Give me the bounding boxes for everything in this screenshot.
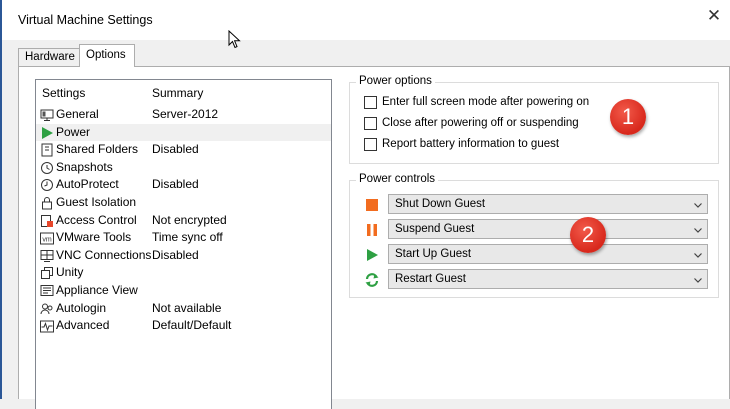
settings-item-snapshots[interactable]: Snapshots [36, 159, 331, 177]
settings-item-summary: Disabled [152, 247, 199, 262]
unity-icon [40, 266, 54, 280]
checkbox-box[interactable] [364, 96, 377, 109]
close-button[interactable]: ✕ [704, 6, 724, 26]
column-header-settings[interactable]: Settings [42, 86, 85, 100]
checkbox-box[interactable] [364, 138, 377, 151]
settings-item-summary: Not encrypted [152, 212, 227, 227]
chevron-down-icon [693, 249, 703, 263]
settings-item-vmware-tools[interactable]: vm VMware Tools Time sync off [36, 229, 331, 247]
settings-item-label: Snapshots [56, 159, 113, 174]
settings-item-guest-isolation[interactable]: Guest Isolation [36, 194, 331, 212]
settings-item-summary: Time sync off [152, 230, 223, 245]
shut-down-select[interactable]: Shut Down Guest [388, 194, 708, 214]
window: Virtual Machine Settings ✕ Hardware Opti… [0, 0, 730, 409]
power-controls-group: Power controls Shut Down Guest Suspend G… [349, 173, 719, 298]
settings-item-autoprotect[interactable]: AutoProtect Disabled [36, 176, 331, 194]
settings-item-unity[interactable]: Unity [36, 264, 331, 282]
vm-icon: vm [40, 231, 54, 245]
settings-item-autologin[interactable]: Autologin Not available [36, 300, 331, 318]
chevron-down-icon [693, 274, 703, 288]
access-control-icon [40, 214, 54, 228]
appliance-icon [40, 284, 54, 298]
settings-item-summary: Disabled [152, 142, 199, 157]
settings-item-shared-folders[interactable]: Shared Folders Disabled [36, 141, 331, 159]
settings-item-summary: Disabled [152, 177, 199, 192]
suspend-select[interactable]: Suspend Guest [388, 219, 708, 239]
monitor-icon [40, 108, 54, 122]
settings-item-label: Unity [56, 265, 84, 280]
refresh-icon [364, 272, 380, 288]
mouse-cursor-icon [228, 30, 241, 49]
settings-item-label: Advanced [56, 318, 110, 333]
window-title: Virtual Machine Settings [18, 13, 153, 27]
settings-item-label: Power [56, 124, 91, 139]
group-title: Power controls [356, 173, 439, 185]
settings-item-label: Appliance View [56, 282, 138, 297]
settings-item-label: General [56, 107, 99, 121]
network-icon [40, 249, 54, 263]
list-body: General Server-2012 Power Shared Folders [36, 106, 331, 335]
select-value: Shut Down Guest [395, 198, 486, 210]
stop-icon [364, 197, 380, 213]
play-icon [364, 247, 380, 263]
pulse-icon [40, 319, 54, 333]
shared-folder-icon [40, 143, 54, 157]
settings-item-label: Shared Folders [56, 142, 139, 157]
play-icon [40, 126, 54, 140]
settings-item-label: Guest Isolation [56, 194, 137, 209]
settings-item-appliance-view[interactable]: Appliance View [36, 282, 331, 300]
start-up-select[interactable]: Start Up Guest [388, 244, 708, 264]
users-icon [40, 302, 54, 316]
select-value: Restart Guest [395, 273, 466, 285]
list-header: Settings Summary [36, 84, 331, 104]
checkbox-label: Close after powering off or suspending [382, 117, 579, 129]
lock-icon [40, 196, 54, 210]
settings-item-summary: Default/Default [152, 318, 232, 333]
settings-item-label: Access Control [56, 212, 137, 227]
settings-item-vnc-connections[interactable]: VNC Connections Disabled [36, 247, 331, 265]
chevron-down-icon [693, 199, 703, 213]
column-header-summary[interactable]: Summary [152, 86, 203, 100]
clock-icon [40, 178, 54, 192]
settings-item-summary: Not available [152, 300, 222, 315]
tab-options[interactable]: Options [79, 44, 135, 67]
settings-item-label: AutoProtect [56, 177, 119, 192]
settings-item-access-control[interactable]: Access Control Not encrypted [36, 212, 331, 230]
select-value: Start Up Guest [395, 248, 472, 260]
settings-item-advanced[interactable]: Advanced Default/Default [36, 317, 331, 335]
callout-badge-1: 1 [610, 99, 646, 135]
svg-text:vm: vm [42, 236, 52, 243]
power-options-group: Power options Enter full screen mode aft… [349, 75, 719, 164]
group-title: Power options [356, 75, 435, 87]
settings-item-label: VMware Tools [56, 230, 132, 245]
checkbox-box[interactable] [364, 117, 377, 130]
tab-hardware[interactable]: Hardware [18, 48, 80, 66]
callout-badge-2: 2 [570, 217, 606, 253]
snapshot-icon [40, 161, 54, 175]
checkbox-label: Enter full screen mode after powering on [382, 96, 590, 108]
power-control-restart: Restart Guest [364, 269, 708, 291]
power-control-suspend: Suspend Guest [364, 219, 708, 241]
settings-item-label: Autologin [56, 300, 107, 315]
settings-item-general[interactable]: General Server-2012 [36, 106, 331, 124]
pause-icon [364, 222, 380, 238]
power-control-start-up: Start Up Guest [364, 244, 708, 266]
title-bar: Virtual Machine Settings ✕ [2, 0, 730, 40]
settings-list[interactable]: Settings Summary General Server-2012 Pow… [35, 79, 332, 409]
settings-item-power[interactable]: Power [36, 123, 331, 142]
settings-item-summary: Server-2012 [152, 107, 219, 121]
settings-item-label: VNC Connections [56, 247, 152, 262]
restart-select[interactable]: Restart Guest [388, 269, 708, 289]
chevron-down-icon [693, 224, 703, 238]
checkbox-label: Report battery information to guest [382, 138, 560, 150]
select-value: Suspend Guest [395, 223, 475, 235]
power-control-shut-down: Shut Down Guest [364, 194, 708, 216]
